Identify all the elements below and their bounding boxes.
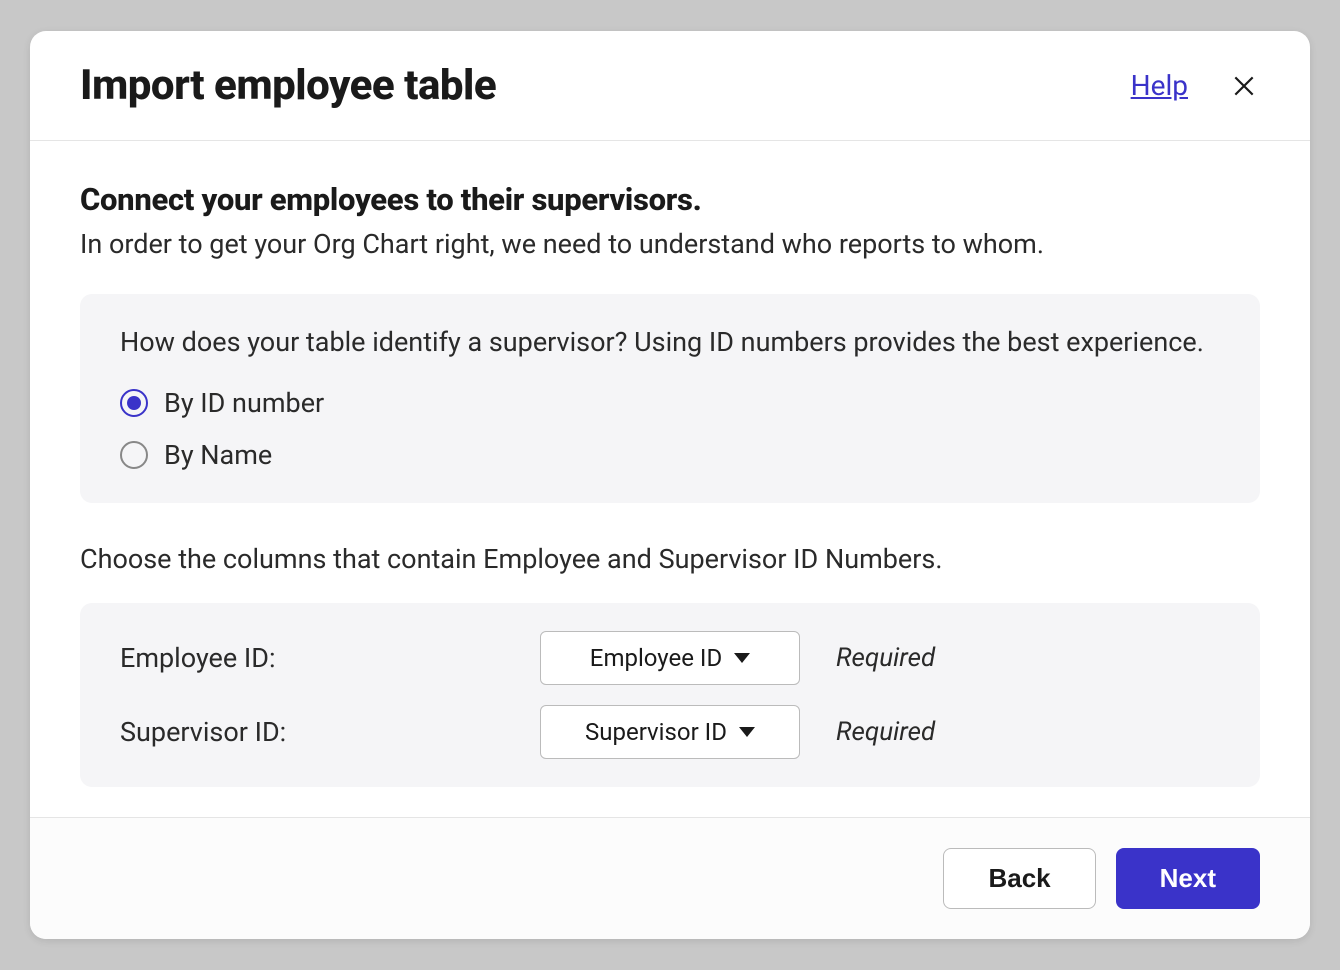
modal-header: Import employee table Help: [30, 31, 1310, 141]
chevron-down-icon: [734, 653, 750, 663]
modal-title: Import employee table: [80, 61, 496, 110]
required-label: Required: [836, 717, 935, 747]
supervisor-id-label: Supervisor ID:: [120, 716, 540, 748]
employee-id-dropdown[interactable]: Employee ID: [540, 631, 800, 685]
employee-id-row: Employee ID: Employee ID Required: [120, 631, 1220, 685]
back-button[interactable]: Back: [943, 848, 1095, 909]
close-button[interactable]: [1228, 70, 1260, 102]
radio-group: By ID number By Name: [120, 387, 1220, 471]
import-employee-modal: Import employee table Help Connect your …: [30, 31, 1310, 938]
dropdown-value: Supervisor ID: [585, 718, 727, 746]
radio-icon: [120, 441, 148, 469]
radio-by-id[interactable]: By ID number: [120, 387, 1220, 419]
employee-id-label: Employee ID:: [120, 642, 540, 674]
modal-footer: Back Next: [30, 817, 1310, 939]
chevron-down-icon: [739, 727, 755, 737]
choose-columns-text: Choose the columns that contain Employee…: [80, 543, 1260, 575]
identify-method-panel: How does your table identify a superviso…: [80, 294, 1260, 503]
radio-label: By Name: [164, 439, 272, 471]
question-text: How does your table identify a superviso…: [120, 322, 1220, 363]
close-icon: [1231, 73, 1257, 99]
modal-body: Connect your employees to their supervis…: [30, 141, 1310, 816]
section-subtitle: In order to get your Org Chart right, we…: [80, 226, 1260, 264]
header-actions: Help: [1131, 69, 1260, 102]
supervisor-id-row: Supervisor ID: Supervisor ID Required: [120, 705, 1220, 759]
radio-label: By ID number: [164, 387, 324, 419]
section-title: Connect your employees to their supervis…: [80, 181, 1260, 218]
radio-icon: [120, 389, 148, 417]
radio-by-name[interactable]: By Name: [120, 439, 1220, 471]
required-label: Required: [836, 643, 935, 673]
column-mapping-panel: Employee ID: Employee ID Required Superv…: [80, 603, 1260, 787]
supervisor-id-dropdown[interactable]: Supervisor ID: [540, 705, 800, 759]
next-button[interactable]: Next: [1116, 848, 1260, 909]
dropdown-value: Employee ID: [590, 644, 722, 672]
help-link[interactable]: Help: [1131, 69, 1188, 102]
